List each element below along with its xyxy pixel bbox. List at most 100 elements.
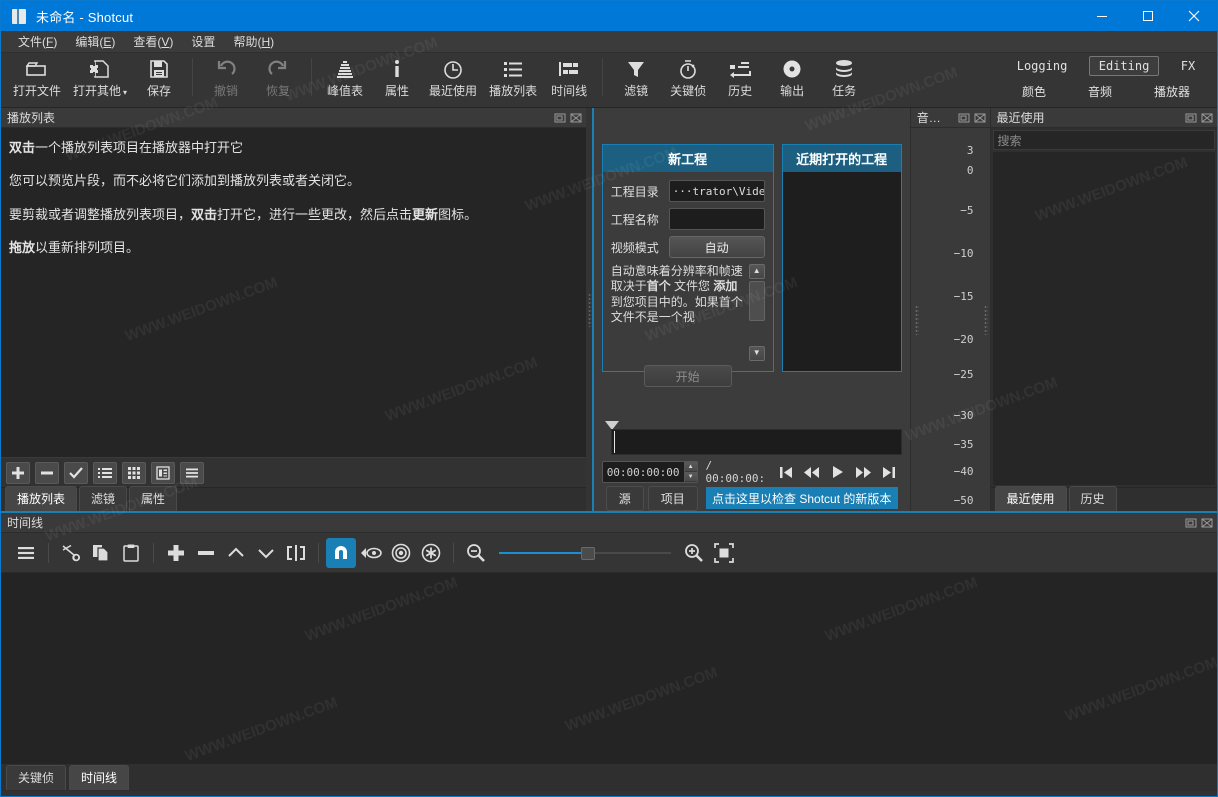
toolbar-open-file[interactable]: 打开文件 [7,53,67,101]
recent-items-list[interactable] [992,152,1216,485]
timeline-float-icon[interactable] [1185,517,1197,529]
layout-player[interactable]: 播放器 [1145,80,1199,103]
timeline-zoom-slider[interactable] [499,546,671,560]
playlist-menu-button[interactable] [180,461,204,484]
playlist-add-button[interactable] [6,461,30,484]
menu-file[interactable]: 文件(F) [9,31,66,52]
rewind-icon[interactable] [804,466,820,479]
timeline-append-button[interactable] [161,538,191,568]
layout-logging[interactable]: Logging [1007,56,1078,76]
timeline-snap-button[interactable] [326,537,356,568]
zoom-slider-thumb[interactable] [581,546,595,560]
layout-color[interactable]: 颜色 [1013,80,1055,103]
scrub-track[interactable] [610,429,902,455]
tab-keyframes[interactable]: 关键侦 [6,765,67,790]
toolbar-undo[interactable]: 撤销 [200,53,252,101]
recent-float-icon[interactable] [1185,112,1197,124]
toolbar-save[interactable]: 保存 [133,53,185,101]
scroll-up-icon[interactable]: ▲ [748,264,765,279]
playlist-view-detail-button[interactable] [93,461,117,484]
timeline-tracks-area[interactable] [1,573,1217,763]
toolbar-peak-meter[interactable]: 峰值表 [319,53,371,101]
timecode-down-icon[interactable]: ▼ [684,472,697,482]
scrub-bar[interactable] [602,421,902,455]
toolbar-recent[interactable]: 最近使用 [423,53,483,101]
playlist-view-tiles-button[interactable] [122,461,146,484]
close-button[interactable] [1171,1,1217,31]
recent-search-input[interactable]: 搜索 [992,130,1216,150]
playlist-update-button[interactable] [64,461,88,484]
audio-meter-close-icon[interactable] [974,112,986,124]
scrollbar-track[interactable] [748,279,765,346]
skip-start-icon[interactable] [779,466,793,479]
meter-left-grip[interactable] [914,304,919,335]
tab-timeline[interactable]: 时间线 [69,765,130,790]
layout-fx[interactable]: FX [1171,56,1205,76]
scrollbar-thumb[interactable] [748,281,765,321]
skip-end-icon[interactable] [882,466,896,479]
menu-edit[interactable]: 编辑(E) [66,31,124,52]
tab-source[interactable]: 源 [605,485,644,511]
playlist-float-icon[interactable] [554,112,566,124]
toolbar-properties[interactable]: 属性 [371,53,423,101]
timeline-copy-button[interactable] [86,538,116,568]
toolbar-open-other[interactable]: 打开其他 ▾ [67,53,133,101]
fast-forward-icon[interactable] [855,466,872,479]
tab-filters[interactable]: 滤镜 [79,486,128,511]
timeline-zoom-in-button[interactable] [679,538,709,568]
menu-view[interactable]: 查看(V) [124,31,182,52]
timecode-up-icon[interactable]: ▲ [684,462,697,472]
toolbar-redo[interactable]: 恢复 [252,53,304,101]
layout-audio[interactable]: 音频 [1079,80,1121,103]
minimize-button[interactable] [1079,1,1125,31]
timeline-zoom-out-button[interactable] [461,538,491,568]
tab-history[interactable]: 历史 [1068,486,1117,511]
toolbar-history[interactable]: 历史 [714,53,766,101]
timeline-scrub-button[interactable] [356,538,386,568]
update-banner[interactable]: 点击这里以检查 Shotcut 的新版本 [705,487,898,509]
play-icon[interactable] [831,465,844,479]
toolbar-filters[interactable]: 滤镜 [610,53,662,101]
playlist-remove-button[interactable] [35,461,59,484]
video-mode-button[interactable]: 自动 [668,236,765,258]
timeline-ripple-button[interactable] [386,538,416,568]
playlist-view-icons-button[interactable] [151,461,175,484]
recent-close-icon[interactable] [1201,112,1213,124]
toolbar-timeline[interactable]: 时间线 [543,53,595,101]
start-button[interactable]: 开始 [643,365,732,387]
playlist-panel: 播放列表 双击一个播放列表项目在播放器中打开它 您可以预览片段，而不必将它们添加… [1,108,586,511]
timeline-paste-button[interactable] [116,538,146,568]
menu-help[interactable]: 帮助(H) [224,31,283,52]
current-timecode-field[interactable]: 00:00:00:00 ▲ ▼ [601,461,698,483]
scroll-down-icon[interactable]: ▼ [748,346,765,361]
toolbar-jobs[interactable]: 任务 [818,53,870,101]
tab-properties[interactable]: 属性 [129,486,178,511]
timeline-cut-button[interactable] [56,538,86,568]
layout-editing[interactable]: Editing [1088,56,1160,76]
menu-settings[interactable]: 设置 [182,31,224,52]
toolbar-export[interactable]: 输出 [766,53,818,101]
timeline-lift-button[interactable] [221,538,251,568]
description-scrollbar[interactable]: ▲ ▼ [748,264,765,361]
project-folder-input[interactable]: ···trator\Videos [668,180,765,202]
playlist-close-icon[interactable] [570,112,582,124]
tab-playlist[interactable]: 播放列表 [5,486,78,511]
project-name-input[interactable] [668,208,765,230]
timeline-split-button[interactable] [281,538,311,568]
recent-projects-list[interactable] [782,172,901,371]
audio-meter-float-icon[interactable] [958,112,970,124]
vertical-splitter[interactable] [585,108,594,511]
timecode-spinner[interactable]: ▲ ▼ [683,462,697,482]
toolbar-playlist[interactable]: 播放列表 [483,53,543,101]
timeline-ripple-all-button[interactable] [416,538,446,568]
timeline-zoom-fit-button[interactable] [709,538,739,568]
meter-right-grip[interactable] [983,304,988,335]
tab-project[interactable]: 项目 [647,485,698,511]
tab-recent[interactable]: 最近使用 [994,486,1067,511]
timeline-overwrite-button[interactable] [251,538,281,568]
timeline-ripple-delete-button[interactable] [191,538,221,568]
toolbar-keyframes[interactable]: 关键侦 [662,53,714,101]
timeline-close-icon[interactable] [1201,517,1213,529]
maximize-button[interactable] [1125,1,1171,31]
timeline-menu-button[interactable] [11,538,41,568]
